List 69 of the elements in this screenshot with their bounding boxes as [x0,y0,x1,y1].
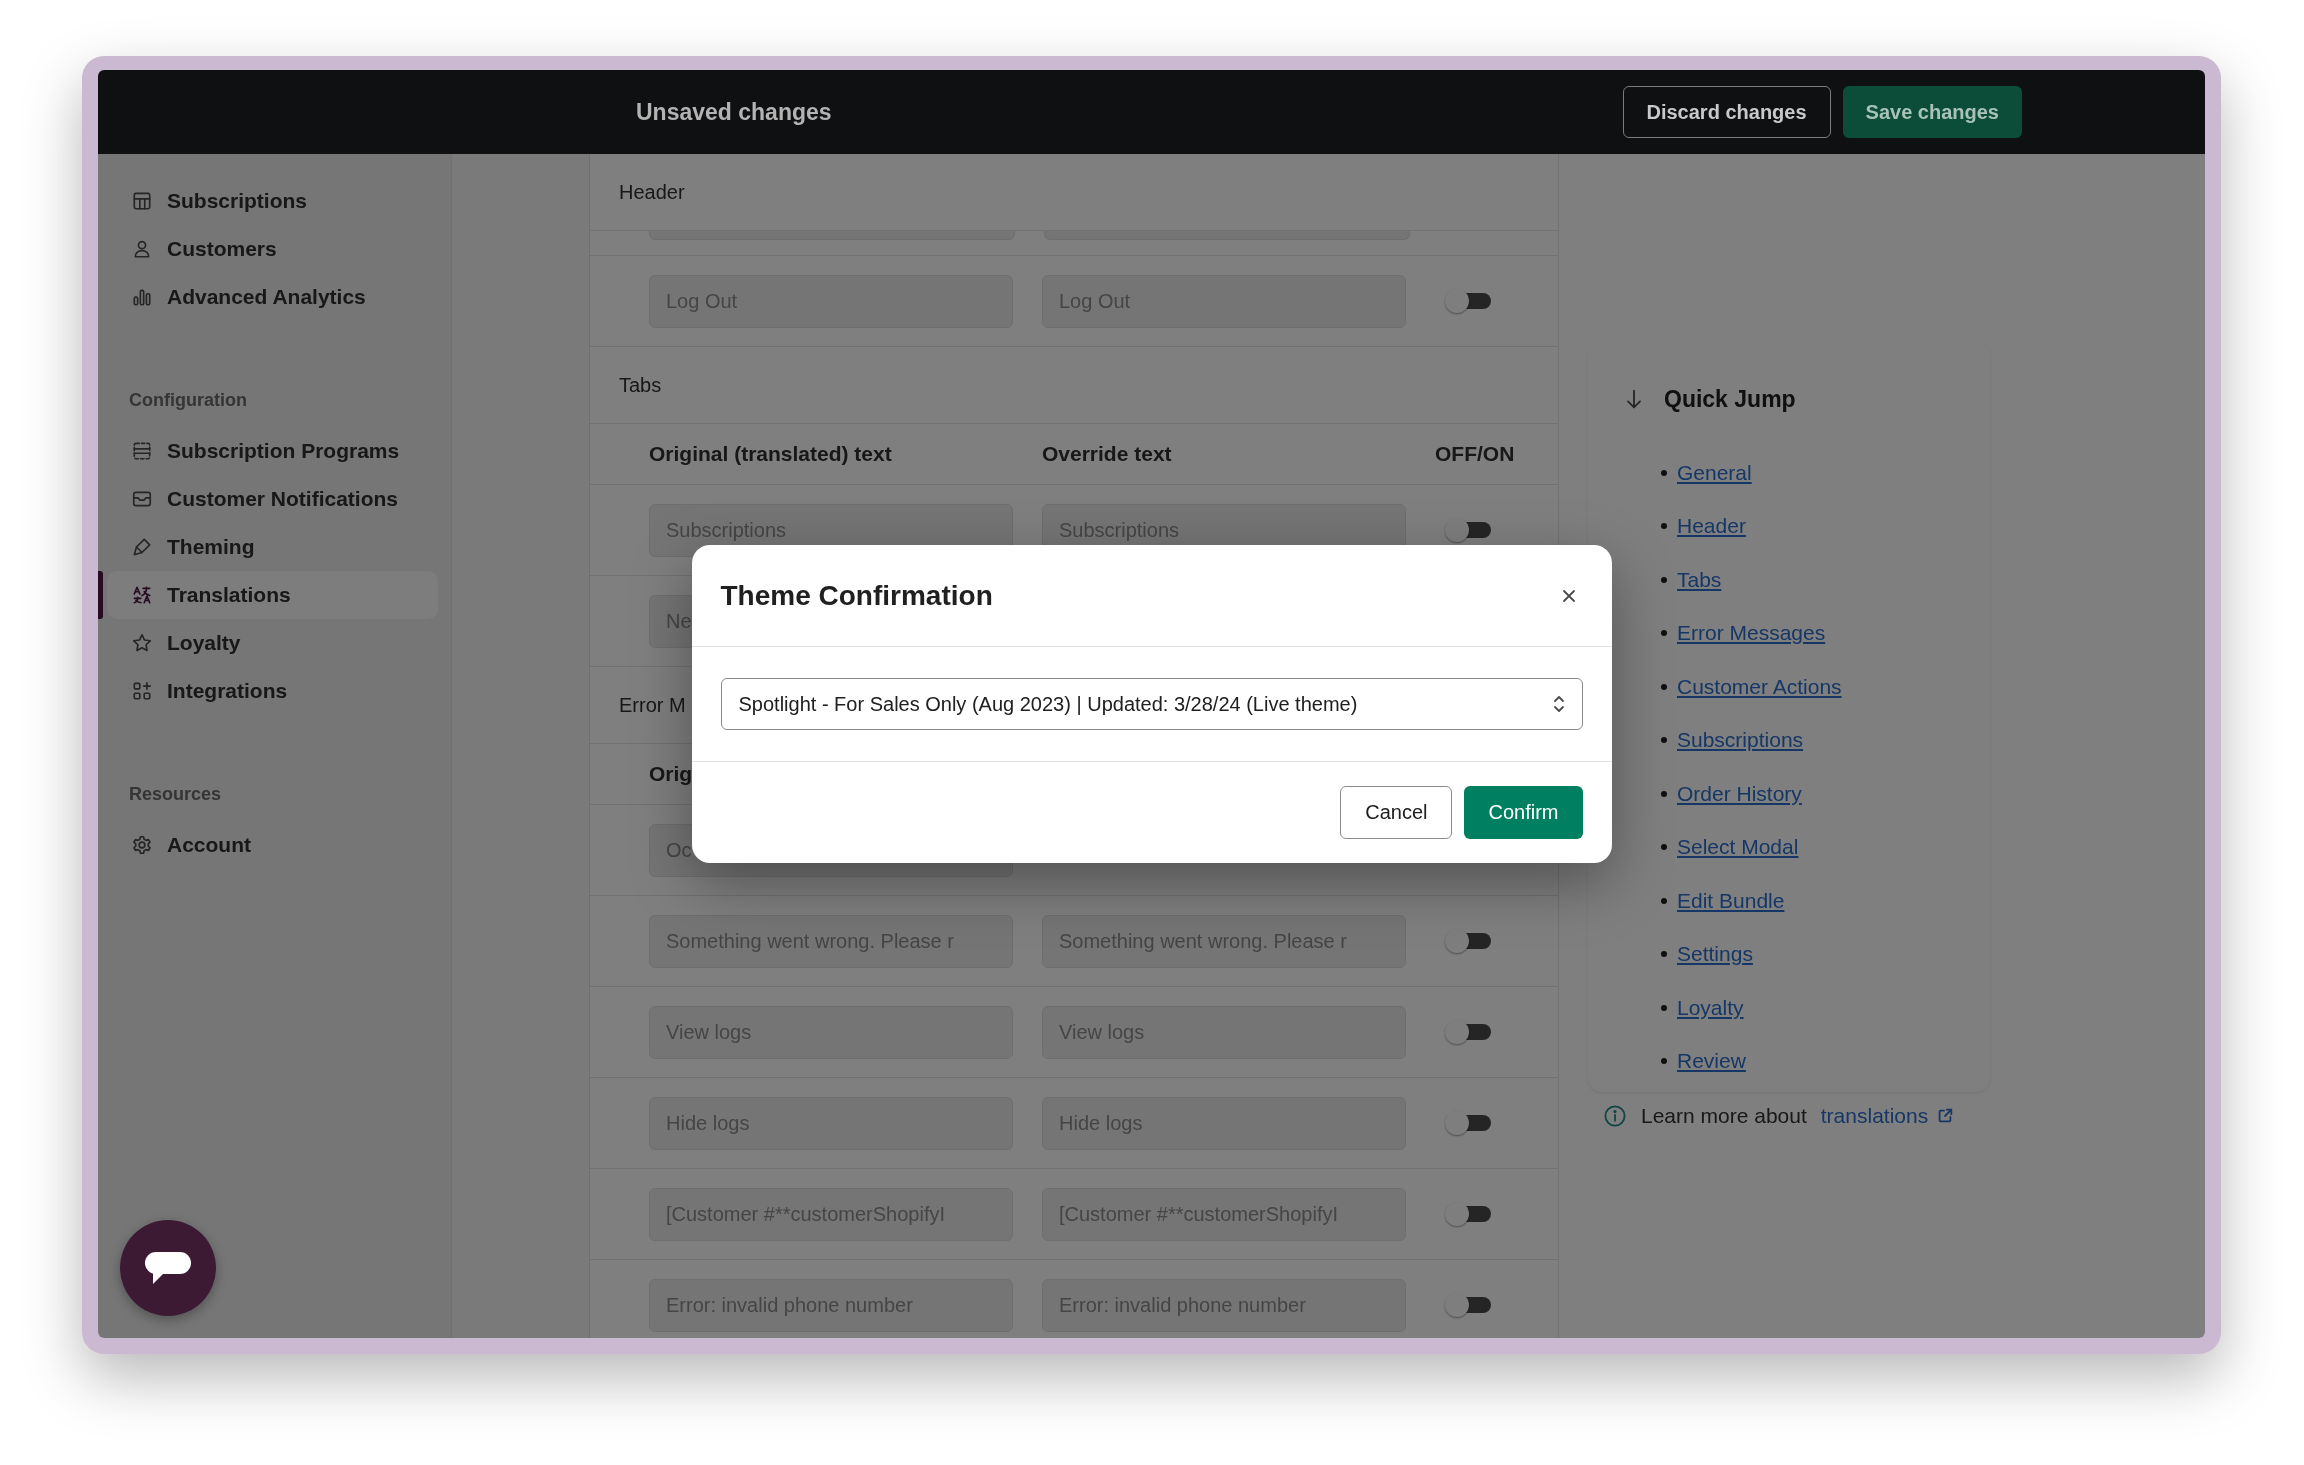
sidebar-item[interactable]: Customer Notifications [107,475,438,523]
toggle-switch[interactable] [1445,289,1491,313]
brush-icon [131,536,153,558]
translations-link[interactable]: translations [1820,1104,1955,1128]
bullet-icon [1661,523,1667,530]
bullet-icon [1661,630,1667,637]
modal-title: Theme Confirmation [720,579,994,612]
bar-title: Unsaved changes [636,98,833,126]
sidebar-item[interactable]: Advanced Analytics [107,273,438,321]
sidebar-item[interactable]: Account [107,821,438,869]
sidebar-item[interactable]: Theming [107,523,438,571]
jump-link[interactable]: General [1677,460,1752,485]
secondary-button[interactable]: Cancel [1340,786,1453,839]
selection-indicator [98,571,103,619]
toggle-switch[interactable] [1445,1020,1491,1044]
jump-link[interactable]: Tabs [1677,567,1722,592]
jump-link[interactable]: Subscriptions [1677,728,1804,753]
jump-link[interactable]: Edit Bundle [1677,888,1785,913]
toggle-switch[interactable] [1445,1202,1491,1226]
jump-link[interactable]: Header [1677,514,1746,539]
gear-icon [131,834,153,856]
bullet-icon [1661,683,1667,690]
bullet-icon [1661,951,1667,958]
theme-select[interactable]: Spotlight - For Sales Only (Aug 2023) | Updated: 3/28/24 (Live theme) [720,678,1583,730]
toggle-switch[interactable] [1445,929,1491,953]
sidebar-item[interactable]: Loyalty [107,619,438,667]
info-icon [1603,1104,1627,1128]
star-icon [131,632,153,654]
column-header: Override text [1042,442,1172,465]
section-heading: Configuration [129,390,247,410]
column-header: Original (translated) text [649,442,892,465]
bullet-icon [1661,737,1667,744]
bullet-icon [1661,1058,1667,1065]
jump-link[interactable]: Settings [1677,942,1753,967]
external-link-icon [1936,1107,1955,1125]
sidebar-item[interactable]: Subscriptions [107,177,438,225]
column-header: Orig [649,762,693,785]
apps-icon [131,680,153,702]
sidebar-item[interactable]: Integrations [107,667,438,715]
bullet-icon [1661,790,1667,797]
toggle-switch[interactable] [1445,1293,1491,1317]
primary-button[interactable]: Confirm [1464,786,1583,839]
card-title: Quick Jump [1664,385,1796,413]
bullet-icon [1661,576,1667,583]
table-icon [131,190,153,212]
translate-icon [131,584,153,606]
column-header: OFF/ON [1435,442,1515,466]
section-title: Error M [619,693,686,717]
sidebar-item[interactable]: Subscription Programs [107,427,438,475]
jump-link[interactable]: Error Messages [1677,621,1826,646]
section-title: Header [619,180,685,204]
section-heading: Resources [129,784,222,804]
toggle-switch[interactable] [1445,518,1491,542]
bullet-icon [1661,469,1667,476]
bullet-icon [1661,1004,1667,1011]
help-text: Learn more about [1641,1104,1807,1128]
primary-button[interactable]: Save changes [1842,86,2022,138]
jump-link[interactable]: Customer Actions [1677,674,1842,699]
list-icon [131,440,153,462]
bullet-icon [1661,897,1667,904]
secondary-button[interactable]: Discard changes [1622,86,1831,138]
section-title: Tabs [619,373,662,397]
jump-link[interactable]: Select Modal [1677,835,1799,860]
jump-link[interactable]: Order History [1677,781,1802,806]
jump-link[interactable]: Loyalty [1677,995,1744,1020]
sidebar-item[interactable]: Customers [107,225,438,273]
toggle-switch[interactable] [1445,1111,1491,1135]
bullet-icon [1661,844,1667,851]
jump-link[interactable]: Review [1677,1049,1746,1074]
